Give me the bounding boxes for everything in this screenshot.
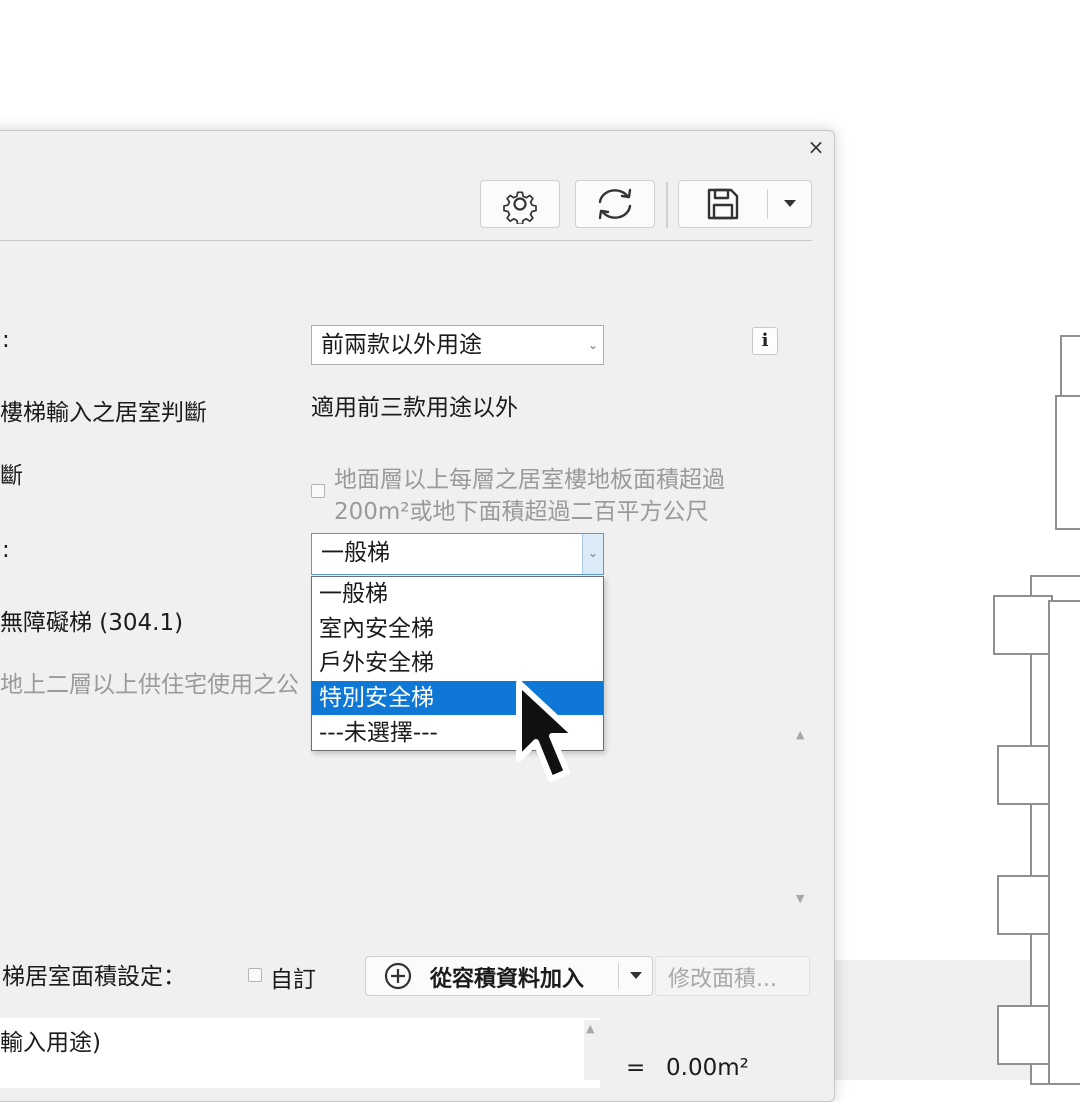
save-button[interactable] (679, 181, 767, 227)
refresh-icon (598, 188, 632, 220)
add-from-volume-label: 從容積資料加入 (430, 967, 585, 992)
area-list-scrollbar[interactable]: ▲ (584, 1020, 600, 1080)
add-from-volume-split-button[interactable]: 從容積資料加入 (365, 956, 653, 996)
building-block (997, 1005, 1053, 1065)
dropdown-option[interactable]: 室內安全梯 (312, 612, 603, 646)
use-type-select-value: 前兩款以外用途 (321, 332, 482, 358)
caret-down-icon (630, 972, 642, 979)
scroll-down-icon[interactable]: ▼ (796, 892, 804, 905)
area-exceed-checkbox[interactable] (311, 484, 325, 498)
save-options-dropdown[interactable] (768, 181, 812, 227)
building-block (993, 595, 1053, 655)
use-type-label: : (2, 327, 10, 353)
refresh-button[interactable] (575, 180, 655, 228)
scroll-up-icon[interactable]: ▲ (796, 728, 804, 741)
building-block (997, 745, 1053, 805)
judgement-label: 斷 (0, 463, 23, 489)
custom-checkbox-label: 自訂 (270, 967, 316, 993)
add-from-volume-button[interactable]: 從容積資料加入 (366, 957, 618, 995)
list-scrollbar[interactable]: ▲ ▼ (794, 726, 810, 908)
residential-use-label: 地上二層以上供住宅使用之公 (0, 672, 299, 698)
building-block (1048, 600, 1080, 1085)
save-icon (707, 188, 739, 220)
stair-room-judgement-label: 樓梯輸入之居室判斷 (0, 400, 207, 426)
accessible-stair-label: 無障礙梯 (304.1) (0, 610, 184, 636)
use-type-select[interactable]: 前兩款以外用途 ⌄ (311, 325, 604, 365)
add-options-dropdown[interactable] (619, 957, 653, 995)
area-setting-label: 梯居室面積設定： (2, 964, 186, 990)
building-block (1060, 335, 1080, 400)
gear-icon (503, 191, 537, 224)
total-equals-sign: = (626, 1055, 646, 1081)
close-button[interactable]: × (805, 135, 827, 159)
area-exceed-label-line1: 地面層以上每層之居室樓地板面積超過 (334, 467, 725, 493)
save-split-button[interactable] (678, 180, 812, 228)
mouse-pointer-icon (516, 680, 579, 782)
info-button[interactable]: i (752, 327, 778, 355)
building-block (997, 875, 1053, 935)
modify-area-button[interactable]: 修改面積... (655, 956, 810, 996)
modify-area-label: 修改面積... (668, 967, 777, 992)
toolbar-separator (666, 182, 668, 228)
area-exceed-label-line2: 200m²或地下面積超過二百平方公尺 (334, 499, 709, 525)
scroll-up-icon[interactable]: ▲ (586, 1022, 594, 1035)
custom-checkbox[interactable] (248, 968, 262, 982)
plus-circle-icon (384, 962, 412, 990)
total-area-value: 0.00m² (666, 1055, 749, 1081)
chevron-down-icon: ⌄ (587, 338, 599, 352)
settings-button[interactable] (480, 180, 560, 228)
building-block (1055, 395, 1080, 530)
stair-type-select[interactable]: 一般梯 ⌄ (311, 533, 604, 575)
stair-type-select-value: 一般梯 (321, 540, 390, 566)
toolbar-divider (0, 240, 812, 241)
caret-down-icon (784, 200, 796, 207)
stair-room-judgement-value: 適用前三款用途以外 (311, 395, 518, 421)
area-items-list-item: 輸入用途) (0, 1030, 101, 1056)
chevron-down-icon: ⌄ (582, 534, 603, 574)
stair-type-label: : (2, 537, 10, 563)
dropdown-option[interactable]: 一般梯 (312, 577, 603, 611)
